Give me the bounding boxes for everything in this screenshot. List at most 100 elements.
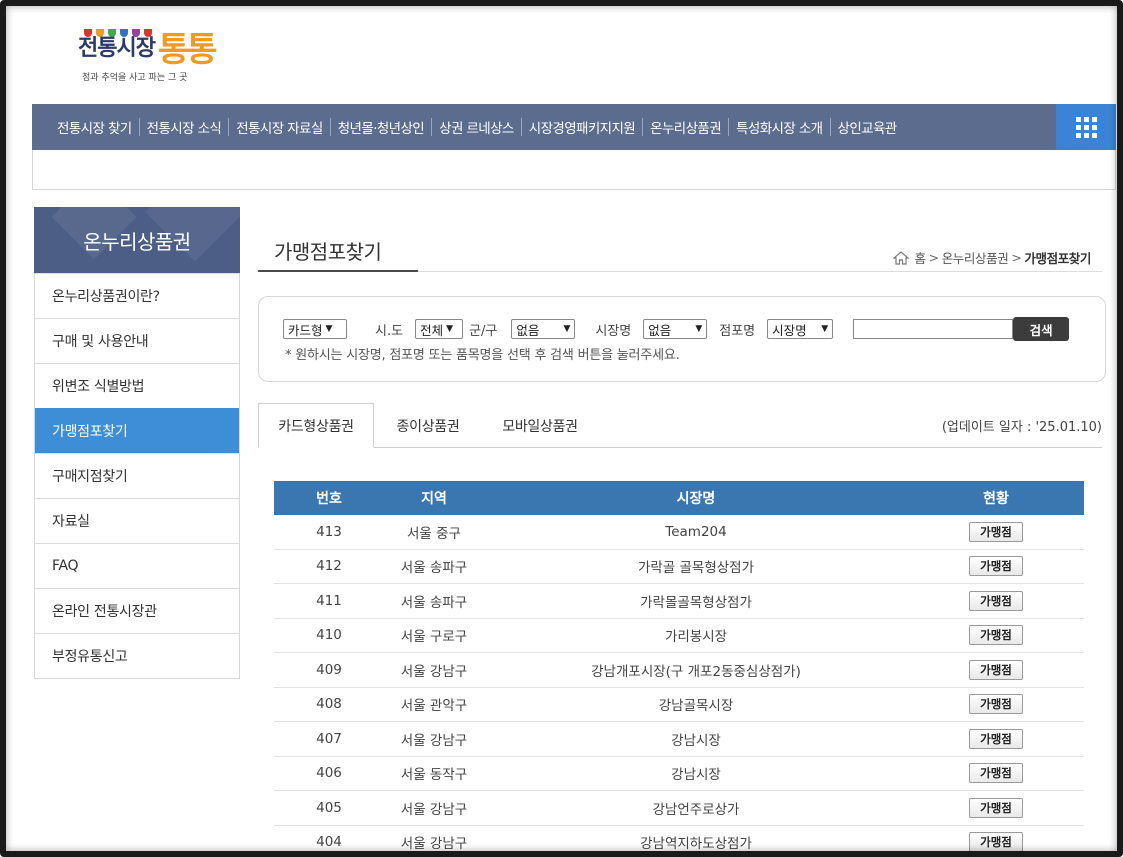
gungu-label: 군/구 [469,323,498,339]
row-status: 가맹점 [908,757,1084,791]
breadcrumb: 홈 > 온누리상품권 > 가맹점포찾기 [892,248,1091,267]
table-body: 413 서울 중구 Team204 가맹점 412 서울 송파구 가락골 골목형상점가 가맹점… [274,515,1084,857]
gungu-select[interactable]: 없음 ▼ [511,319,576,339]
tab-paper[interactable]: 종이상품권 [378,403,478,448]
header-region: 지역 [421,491,447,507]
nav-item[interactable]: 상권 르네상스 [432,117,521,137]
status-button[interactable]: 가맹점 [969,728,1023,749]
row-region: 서울 강남구 [400,836,468,853]
store-value: 시장명 [772,322,807,338]
row-status: 가맹점 [908,688,1084,722]
row-market: 가락골 골목형상점가 [637,560,755,577]
search-input[interactable] [853,319,1014,339]
row-market: 가락몰골목형상점가 [640,594,752,611]
row-status: 가맹점 [908,653,1084,687]
chevron-down-icon: ▼ [325,324,333,334]
sidebar: 온누리상품권 온누리상품권이란? 구매 및 사용안내 위변조 식별방법 가맹점포찾기 구… [34,207,240,679]
row-status: 가맹점 [908,826,1084,857]
row-market: 강남개포시장(구 개포2동중심상점가) [591,663,801,680]
logo-accent-text: 통통 [158,30,218,70]
logo-main-text: 전통시장 [78,36,156,61]
header-status: 현황 [983,491,1009,507]
sido-value: 전체 [420,322,444,338]
search-row: 카드형 ▼ 시.도 전체 ▼ 군/구 없음 ▼ 시장명 없음 ▼ 점포명 시장명 ▼ 검색 [283,317,1070,341]
status-button[interactable]: 가맹점 [969,590,1023,611]
title-divider [418,271,1102,272]
store-select[interactable]: 시장명 ▼ [767,319,834,339]
sidebar-title-text: 온누리상품권 [83,229,191,254]
status-button[interactable]: 가맹점 [969,521,1023,542]
breadcrumb-separator: > [928,250,939,265]
row-region: 서울 송파구 [400,594,468,611]
row-no: 404 [316,834,342,851]
nav-item[interactable]: 온누리상품권 [643,117,728,137]
sidebar-item[interactable]: 온누리상품권이란? [35,273,239,318]
sido-select[interactable]: 전체 ▼ [415,319,464,339]
sidebar-item[interactable]: 구매지점찾기 [35,453,239,498]
row-region: 서울 강남구 [400,732,468,749]
nav-item[interactable]: 전통시장 자료실 [229,117,329,137]
store-table: 번호 지역 시장명 현황 413 서울 중구 Team204 가맹점 412 서울 송파구… [274,481,1084,857]
table-row: 407 서울 강남구 강남시장 가맹점 [274,722,1084,757]
status-button[interactable]: 가맹점 [969,659,1023,680]
row-market: 강남시장 [671,732,721,749]
nav-item[interactable]: 청년몰·청년상인 [331,117,431,137]
row-market: 가리봉시장 [664,629,728,646]
search-button[interactable]: 검색 [1013,317,1070,341]
row-market: 강남골목시장 [658,698,734,715]
row-no: 409 [316,661,342,678]
nav-item[interactable]: 전통시장 찾기 [50,117,139,137]
home-icon[interactable] [892,250,909,265]
breadcrumb-home[interactable]: 홈 [915,248,927,267]
page-title: 가맹점포찾기 [258,228,418,272]
table-row: 411 서울 송파구 가락몰골목형상점가 가맹점 [274,584,1084,619]
status-button[interactable]: 가맹점 [969,832,1023,853]
sidebar-item[interactable]: 위변조 식별방법 [35,363,239,408]
row-no: 405 [316,799,342,816]
site-logo[interactable]: 전통시장 통통 정과 추억을 사고 파는 그 곳 [78,20,218,90]
sidebar-item[interactable]: FAQ [35,543,239,588]
chevron-down-icon: ▼ [563,324,571,334]
status-button[interactable]: 가맹점 [969,694,1023,715]
row-region: 서울 동작구 [400,767,468,784]
tab-card[interactable]: 카드형상품권 [258,403,374,448]
table-row: 413 서울 중구 Team204 가맹점 [274,515,1084,550]
sidebar-item[interactable]: 가맹점포찾기 [35,408,239,453]
status-button[interactable]: 가맹점 [969,797,1023,818]
all-menu-button[interactable] [1056,104,1116,150]
sidebar-item[interactable]: 온라인 전통시장관 [35,588,239,633]
status-button[interactable]: 가맹점 [969,763,1023,784]
tab-mobile[interactable]: 모바일상품권 [484,403,596,448]
card-type-value: 카드형 [288,322,323,338]
gungu-value: 없음 [516,322,540,338]
table-row: 412 서울 송파구 가락골 골목형상점가 가맹점 [274,550,1084,584]
row-region: 서울 강남구 [400,663,468,680]
sidebar-item[interactable]: 부정유통신고 [35,633,239,678]
sidebar-item[interactable]: 구매 및 사용안내 [35,318,239,363]
row-region: 서울 관악구 [400,698,468,715]
nav-item[interactable]: 상인교육관 [831,117,904,137]
nav-item[interactable]: 시장경영패키지지원 [522,117,642,137]
sidebar-item[interactable]: 자료실 [35,498,239,543]
row-status: 가맹점 [908,791,1084,825]
breadcrumb-section[interactable]: 온누리상품권 [942,248,1009,267]
row-status: 가맹점 [908,584,1084,618]
card-type-select[interactable]: 카드형 ▼ [283,319,347,339]
breadcrumb-separator: > [1011,250,1022,265]
row-status: 가맹점 [908,722,1084,756]
row-no: 411 [316,592,342,609]
nav-item[interactable]: 특성화시장 소개 [729,117,829,137]
row-no: 408 [316,696,342,713]
breadcrumb-current: 가맹점포찾기 [1024,251,1091,266]
row-region: 서울 중구 [407,525,461,542]
header-market: 시장명 [676,491,716,507]
row-no: 412 [316,558,342,575]
status-button[interactable]: 가맹점 [969,556,1023,577]
market-select[interactable]: 없음 ▼ [643,319,708,339]
header-no: 번호 [316,491,342,507]
table-row: 404 서울 강남구 강남역지하도상점가 가맹점 [274,826,1084,857]
table-row: 410 서울 구로구 가리봉시장 가맹점 [274,619,1084,653]
status-button[interactable]: 가맹점 [969,625,1023,646]
nav-item[interactable]: 전통시장 소식 [140,117,229,137]
row-market: Team204 [665,523,727,540]
